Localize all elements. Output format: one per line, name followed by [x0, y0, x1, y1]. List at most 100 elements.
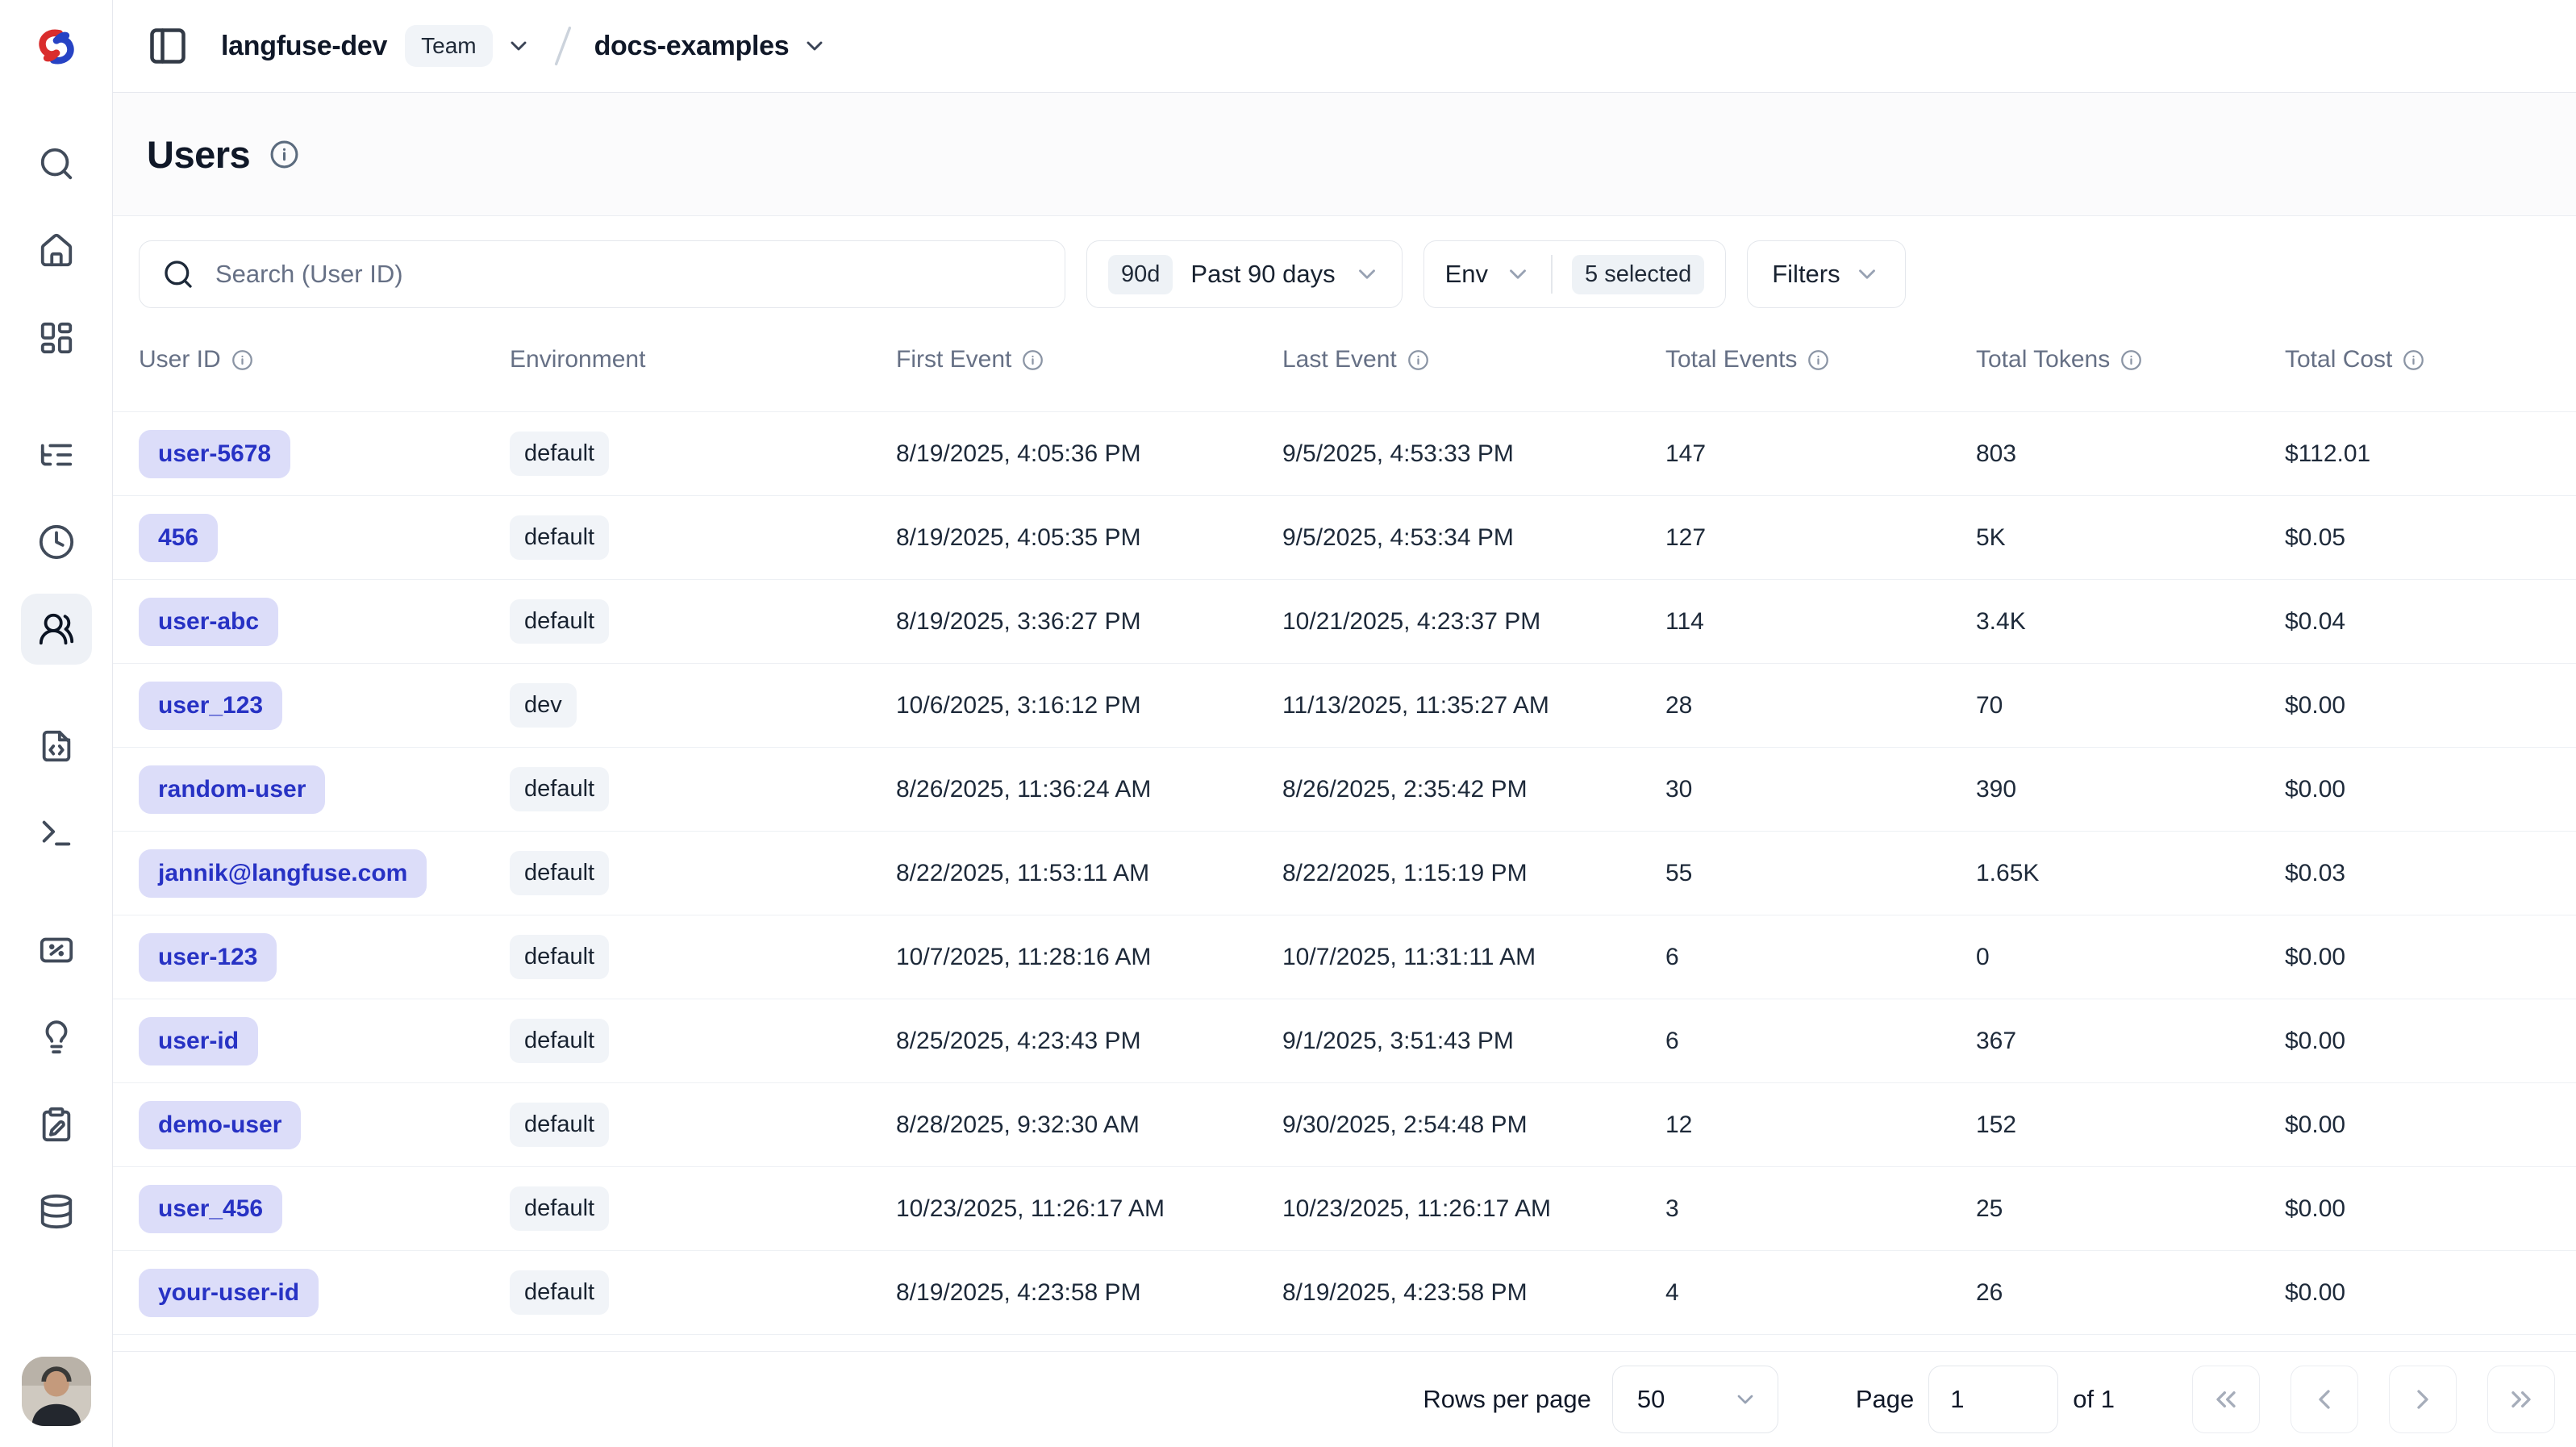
- org-switcher-button[interactable]: [506, 33, 531, 59]
- sidebar-item-insights[interactable]: [21, 1002, 92, 1073]
- total-events-cell: 55: [1665, 860, 1976, 887]
- environment-badge: default: [510, 1019, 609, 1063]
- sidebar-item-dashboards[interactable]: [21, 302, 92, 373]
- total-events-cell: 12: [1665, 1111, 1976, 1139]
- user-id-badge[interactable]: user-123: [139, 933, 277, 982]
- user-avatar[interactable]: [22, 1357, 91, 1426]
- project-switcher-button[interactable]: [802, 33, 827, 59]
- column-header-last-event[interactable]: Last Event: [1282, 346, 1665, 373]
- search-input[interactable]: [214, 259, 1042, 290]
- sidebar-item-evaluators[interactable]: [21, 915, 92, 986]
- sidebar: [0, 0, 113, 1447]
- table-row[interactable]: user_456default10/23/2025, 11:26:17 AM10…: [113, 1166, 2576, 1250]
- evaluators-percent-icon: [38, 932, 75, 969]
- column-header-user-id[interactable]: User ID: [139, 346, 510, 373]
- sidebar-item-annotation[interactable]: [21, 1089, 92, 1160]
- column-header-total-events[interactable]: Total Events: [1665, 346, 1976, 373]
- sidebar-item-home[interactable]: [21, 215, 92, 286]
- total-cost-cell: $0.00: [2285, 692, 2576, 719]
- user-id-badge[interactable]: user-id: [139, 1017, 258, 1065]
- info-icon[interactable]: [231, 349, 253, 371]
- column-header-environment[interactable]: Environment: [510, 346, 896, 373]
- search-icon: [38, 145, 75, 182]
- column-header-total-cost[interactable]: Total Cost: [2285, 346, 2576, 373]
- filters-button[interactable]: Filters: [1747, 240, 1905, 308]
- column-header-first-event[interactable]: First Event: [896, 346, 1282, 373]
- last-page-button[interactable]: [2487, 1366, 2555, 1433]
- info-icon[interactable]: [2120, 349, 2142, 371]
- page-number-input[interactable]: [1928, 1366, 2058, 1433]
- main-content: Users 90d Past 90 days Env 5 selected Fi…: [113, 93, 2576, 1447]
- search-box: [139, 240, 1065, 308]
- total-cost-cell: $0.00: [2285, 944, 2576, 971]
- column-label: Environment: [510, 346, 645, 373]
- info-icon[interactable]: [1407, 349, 1429, 371]
- user-id-badge[interactable]: jannik@langfuse.com: [139, 849, 427, 898]
- table-row[interactable]: demo-userdefault8/28/2025, 9:32:30 AM9/3…: [113, 1082, 2576, 1166]
- total-tokens-cell: 390: [1976, 776, 2285, 803]
- first-page-button[interactable]: [2192, 1366, 2260, 1433]
- sidebar-item-sessions[interactable]: [21, 507, 92, 578]
- sidebar-item-datasets[interactable]: [21, 1176, 92, 1247]
- sidebar-item-users[interactable]: [21, 594, 92, 665]
- date-range-filter-button[interactable]: 90d Past 90 days: [1086, 240, 1403, 308]
- user-id-badge[interactable]: demo-user: [139, 1101, 301, 1149]
- sidebar-item-search[interactable]: [21, 128, 92, 199]
- rows-per-page-select[interactable]: 50: [1612, 1366, 1778, 1433]
- table-row[interactable]: user-iddefault8/25/2025, 4:23:43 PM9/1/2…: [113, 999, 2576, 1082]
- sidebar-item-tracing[interactable]: [21, 419, 92, 490]
- sidebar-item-prompts[interactable]: [21, 711, 92, 782]
- sidebar-item-playground[interactable]: [21, 798, 92, 869]
- info-icon[interactable]: [2403, 349, 2424, 371]
- total-events-cell: 147: [1665, 440, 1976, 468]
- user-id-badge[interactable]: 456: [139, 514, 218, 562]
- playground-terminal-icon: [38, 815, 75, 852]
- column-label: Last Event: [1282, 346, 1397, 373]
- table-row[interactable]: 456default8/19/2025, 4:05:35 PM9/5/2025,…: [113, 495, 2576, 579]
- table-row[interactable]: user-5678default8/19/2025, 4:05:36 PM9/5…: [113, 411, 2576, 495]
- table-row[interactable]: jannik@langfuse.comdefault8/22/2025, 11:…: [113, 831, 2576, 915]
- previous-page-button[interactable]: [2290, 1366, 2358, 1433]
- page-header: Users: [113, 93, 2576, 216]
- chevron-down-icon: [1504, 261, 1532, 288]
- chevron-down-icon: [1732, 1387, 1758, 1412]
- column-header-total-tokens[interactable]: Total Tokens: [1976, 346, 2285, 373]
- environment-badge: default: [510, 1270, 609, 1315]
- user-id-badge[interactable]: user-5678: [139, 430, 290, 478]
- user-id-badge[interactable]: random-user: [139, 765, 325, 814]
- user-id-badge[interactable]: user_123: [139, 682, 282, 730]
- table-row[interactable]: your-user-iddefault8/19/2025, 4:23:58 PM…: [113, 1250, 2576, 1335]
- table-row[interactable]: user-123default10/7/2025, 11:28:16 AM10/…: [113, 915, 2576, 999]
- page-title-info-icon[interactable]: [269, 140, 299, 169]
- environment-badge: default: [510, 767, 609, 811]
- sidebar-toggle-button[interactable]: [147, 25, 189, 67]
- table-row[interactable]: user_123dev10/6/2025, 3:16:12 PM11/13/20…: [113, 663, 2576, 747]
- filters-label: Filters: [1772, 260, 1840, 289]
- chevron-down-icon: [506, 33, 531, 59]
- datasets-database-icon: [38, 1193, 75, 1230]
- total-tokens-cell: 0: [1976, 944, 2285, 971]
- table-row[interactable]: random-userdefault8/26/2025, 11:36:24 AM…: [113, 747, 2576, 831]
- column-label: Total Events: [1665, 346, 1797, 373]
- langfuse-logo[interactable]: [31, 0, 81, 93]
- user-id-badge[interactable]: user_456: [139, 1185, 282, 1233]
- total-cost-cell: $0.05: [2285, 524, 2576, 552]
- breadcrumb-separator: [549, 23, 577, 69]
- environment-filter-button[interactable]: Env 5 selected: [1423, 240, 1727, 308]
- date-range-badge: 90d: [1108, 255, 1173, 294]
- info-icon[interactable]: [1022, 349, 1044, 371]
- environment-badge: default: [510, 935, 609, 979]
- table-row[interactable]: user-abcdefault8/19/2025, 3:36:27 PM10/2…: [113, 579, 2576, 663]
- user-id-badge[interactable]: user-abc: [139, 598, 278, 646]
- info-icon[interactable]: [1807, 349, 1829, 371]
- column-label: Total Tokens: [1976, 346, 2110, 373]
- total-tokens-cell: 26: [1976, 1279, 2285, 1307]
- environment-badge: default: [510, 599, 609, 644]
- user-id-badge[interactable]: your-user-id: [139, 1269, 319, 1317]
- next-page-button[interactable]: [2389, 1366, 2457, 1433]
- breadcrumb-org-name[interactable]: langfuse-dev: [221, 31, 387, 62]
- last-event-cell: 9/5/2025, 4:53:34 PM: [1282, 524, 1665, 552]
- environment-badge: default: [510, 1103, 609, 1147]
- breadcrumb-project-name[interactable]: docs-examples: [594, 31, 790, 62]
- first-event-cell: 8/22/2025, 11:53:11 AM: [896, 860, 1282, 887]
